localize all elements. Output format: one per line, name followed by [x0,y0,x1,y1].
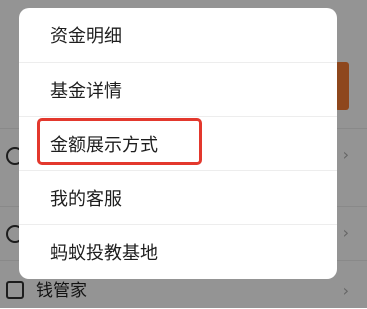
menu-item-investor-education[interactable]: 蚂蚁投教基地 [19,224,337,278]
menu-item-customer-service[interactable]: 我的客服 [19,170,337,224]
menu-item-label: 金额展示方式 [50,134,158,156]
menu-item-label: 基金详情 [50,80,122,102]
popup-menu: 资金明细 基金详情 金额展示方式 我的客服 蚂蚁投教基地 [19,8,337,279]
menu-item-fund-info[interactable]: 基金详情 [19,62,337,116]
menu-item-amount-display[interactable]: 金额展示方式 [19,116,337,170]
menu-item-fund-details[interactable]: 资金明细 [19,8,337,62]
menu-item-label: 蚂蚁投教基地 [50,242,158,264]
menu-item-label: 我的客服 [50,188,122,210]
menu-item-label: 资金明细 [50,26,122,47]
